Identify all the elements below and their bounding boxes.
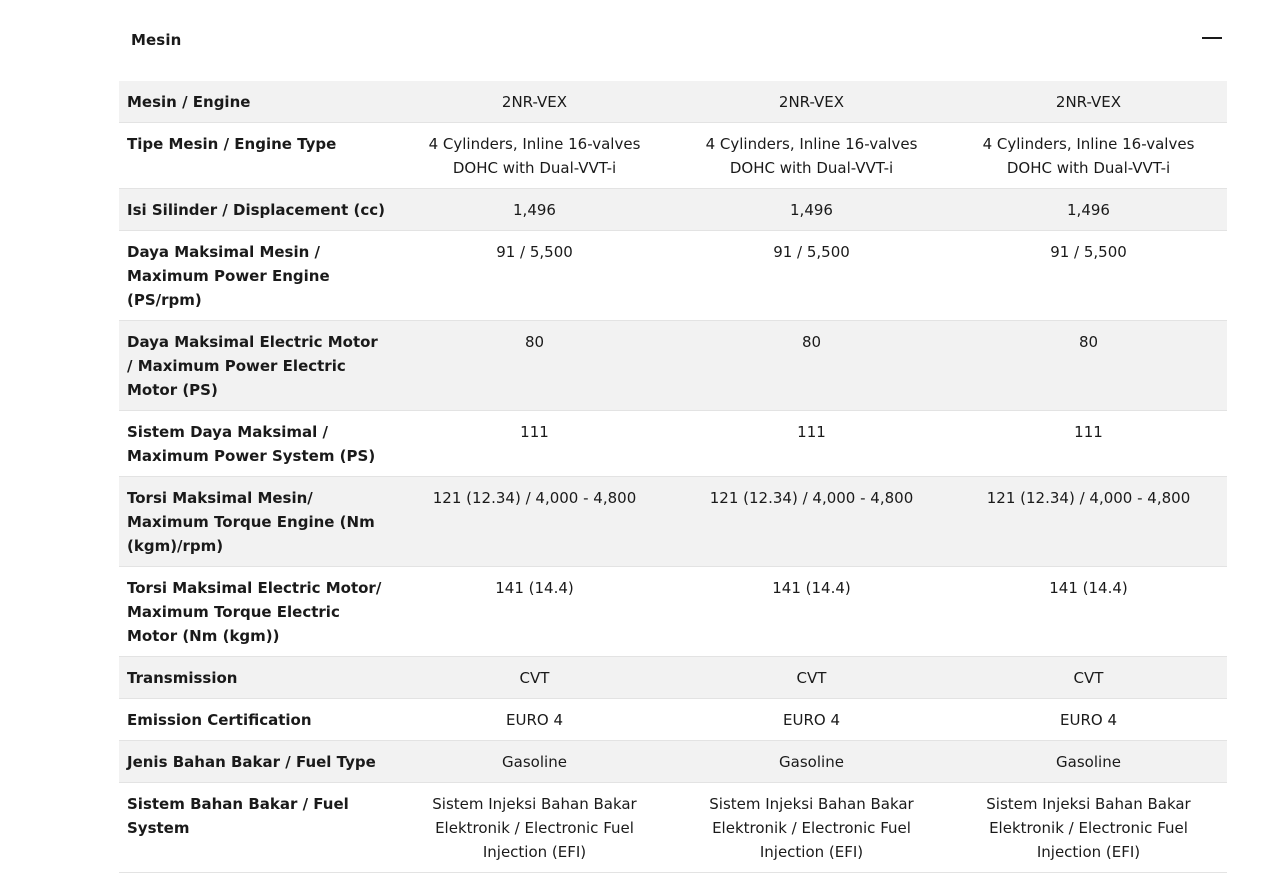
engine-spec-section: Mesin Mesin / Engine 2NR-VEX 2NR-VEX 2NR… [119, 0, 1227, 873]
row-value: 91 / 5,500 [496, 243, 573, 261]
table-row: Mesin / Engine 2NR-VEX 2NR-VEX 2NR-VEX [119, 81, 1227, 123]
spec-table-body: Mesin / Engine 2NR-VEX 2NR-VEX 2NR-VEX T… [119, 81, 1227, 873]
section-title: Mesin [131, 31, 182, 49]
row-value: EURO 4 [1060, 711, 1117, 729]
table-row: Emission Certification EURO 4 EURO 4 EUR… [119, 699, 1227, 741]
table-row: Daya Maksimal Mesin / Maximum Power Engi… [119, 231, 1227, 321]
row-value: Gasoline [779, 753, 844, 771]
row-label: Sistem Daya Maksimal / Maximum Power Sys… [127, 423, 376, 465]
row-value: CVT [796, 669, 827, 687]
row-value: 141 (14.4) [1049, 579, 1128, 597]
row-value: 111 [520, 423, 549, 441]
row-value: CVT [1073, 669, 1104, 687]
row-label: Torsi Maksimal Mesin/ Maximum Torque Eng… [127, 489, 375, 555]
minus-icon [1202, 37, 1222, 39]
section-header[interactable]: Mesin [119, 0, 1227, 81]
row-label: Torsi Maksimal Electric Motor/ Maximum T… [127, 579, 382, 645]
row-value: 121 (12.34) / 4,000 - 4,800 [709, 489, 914, 507]
row-value: 4 Cylinders, Inline 16-valves DOHC with … [982, 135, 1195, 177]
table-row: Sistem Daya Maksimal / Maximum Power Sys… [119, 411, 1227, 477]
row-value: EURO 4 [783, 711, 840, 729]
row-value: 2NR-VEX [1055, 93, 1122, 111]
row-value: 80 [524, 333, 545, 351]
row-value: Sistem Injeksi Bahan Bakar Elektronik / … [432, 795, 637, 861]
row-value: 1,496 [790, 201, 833, 219]
row-label: Transmission [127, 669, 238, 687]
spec-table: Mesin / Engine 2NR-VEX 2NR-VEX 2NR-VEX T… [119, 81, 1227, 873]
row-value: 141 (14.4) [495, 579, 574, 597]
row-value: 4 Cylinders, Inline 16-valves DOHC with … [705, 135, 918, 177]
row-label: Isi Silinder / Displacement (cc) [127, 201, 385, 219]
row-value: 1,496 [1067, 201, 1110, 219]
row-label: Daya Maksimal Electric Motor / Maximum P… [127, 333, 378, 399]
row-value: 80 [1078, 333, 1099, 351]
table-row: Torsi Maksimal Mesin/ Maximum Torque Eng… [119, 476, 1227, 567]
row-value: 91 / 5,500 [1050, 243, 1127, 261]
table-row: Daya Maksimal Electric Motor / Maximum P… [119, 320, 1227, 411]
row-value: Gasoline [1056, 753, 1121, 771]
row-value: 111 [1074, 423, 1103, 441]
row-value: Sistem Injeksi Bahan Bakar Elektronik / … [709, 795, 914, 861]
row-value: Gasoline [502, 753, 567, 771]
row-value: 111 [797, 423, 826, 441]
table-row: Jenis Bahan Bakar / Fuel Type Gasoline G… [119, 740, 1227, 783]
row-value: 2NR-VEX [778, 93, 845, 111]
table-row: Torsi Maksimal Electric Motor/ Maximum T… [119, 567, 1227, 657]
table-row: Isi Silinder / Displacement (cc) 1,496 1… [119, 188, 1227, 231]
row-value: 121 (12.34) / 4,000 - 4,800 [986, 489, 1191, 507]
row-value: EURO 4 [506, 711, 563, 729]
row-value: 80 [801, 333, 822, 351]
row-value: 4 Cylinders, Inline 16-valves DOHC with … [428, 135, 641, 177]
row-value: 121 (12.34) / 4,000 - 4,800 [432, 489, 637, 507]
table-row: Tipe Mesin / Engine Type 4 Cylinders, In… [119, 123, 1227, 189]
row-label: Tipe Mesin / Engine Type [127, 135, 337, 153]
row-label: Mesin / Engine [127, 93, 251, 111]
row-value: 2NR-VEX [501, 93, 568, 111]
row-value: Sistem Injeksi Bahan Bakar Elektronik / … [986, 795, 1191, 861]
row-label: Daya Maksimal Mesin / Maximum Power Engi… [127, 243, 330, 309]
row-value: 91 / 5,500 [773, 243, 850, 261]
table-row: Sistem Bahan Bakar / Fuel System Sistem … [119, 783, 1227, 873]
table-row: Transmission CVT CVT CVT [119, 656, 1227, 699]
row-label: Jenis Bahan Bakar / Fuel Type [127, 753, 376, 771]
row-value: 141 (14.4) [772, 579, 851, 597]
row-label: Emission Certification [127, 711, 312, 729]
row-value: CVT [519, 669, 550, 687]
row-value: 1,496 [513, 201, 556, 219]
collapse-button[interactable] [1199, 26, 1227, 50]
row-label: Sistem Bahan Bakar / Fuel System [127, 795, 349, 837]
